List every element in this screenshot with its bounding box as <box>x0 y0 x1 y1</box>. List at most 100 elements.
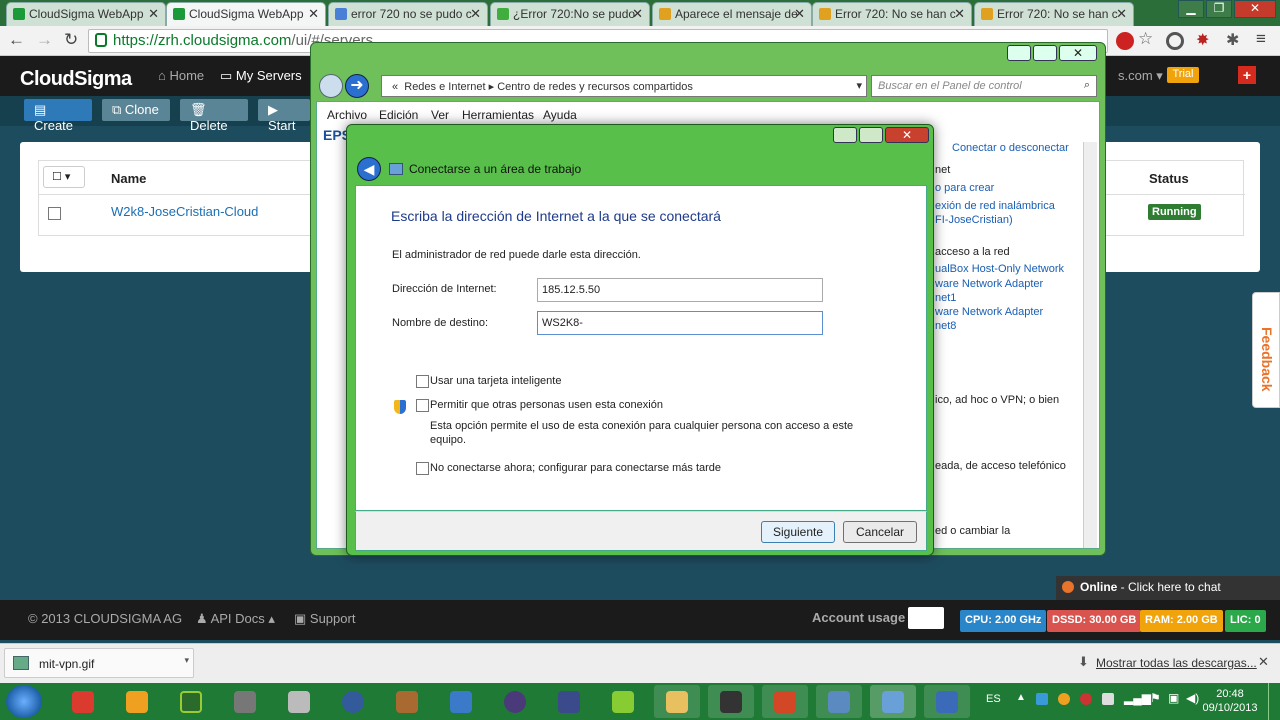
flag-icon[interactable]: ⚑ <box>1150 691 1161 705</box>
cp-link[interactable]: o para crear <box>935 182 994 194</box>
close-window-button[interactable]: ✕ <box>1234 0 1276 18</box>
swiss-flag-icon[interactable]: + <box>1238 66 1256 84</box>
chat-widget[interactable]: Online - Click here to chat <box>1056 576 1280 600</box>
taskbar-app[interactable] <box>222 685 268 718</box>
cp-close-button[interactable]: ✕ <box>1059 45 1097 61</box>
close-tab-icon[interactable]: ✕ <box>632 6 643 22</box>
server-name-link[interactable]: W2k8-JoseCristian-Cloud <box>111 204 258 219</box>
show-desktop-button[interactable] <box>1268 683 1280 720</box>
cp-link[interactable]: net8 <box>935 320 956 332</box>
taskbar-app[interactable] <box>114 685 160 718</box>
taskbar-app[interactable] <box>600 685 646 718</box>
taskbar-app[interactable] <box>708 685 754 718</box>
pro-extension-icon[interactable] <box>1116 32 1134 50</box>
minimize-window-button[interactable]: ▁ <box>1178 0 1204 18</box>
next-button[interactable]: Siguiente <box>761 521 835 543</box>
delete-button[interactable]: 🗑 Delete <box>180 99 248 133</box>
cp-forward-icon[interactable]: ➜ <box>345 74 369 98</box>
back-arrow-icon[interactable]: ← <box>8 30 25 50</box>
cp-search-input[interactable]: Buscar en el Panel de control ⌕ <box>871 75 1097 97</box>
taskbar-app[interactable] <box>276 685 322 718</box>
create-button[interactable]: ▤ Create <box>24 99 92 133</box>
forward-arrow-icon[interactable]: → <box>36 30 53 50</box>
network-tray-icon[interactable]: ▣ <box>1168 691 1179 705</box>
start-orb-icon[interactable] <box>6 685 42 718</box>
taskbar-app[interactable] <box>546 685 592 718</box>
browser-tab[interactable]: error 720 no se pudo c ✕ <box>328 2 488 26</box>
close-tab-icon[interactable]: ✕ <box>954 6 965 22</box>
taskbar-app[interactable] <box>762 685 808 718</box>
cloudsigma-logo[interactable]: CloudSigma <box>20 68 132 91</box>
menu-icon[interactable]: ≡ <box>1256 29 1266 49</box>
menu-edicion[interactable]: Edición <box>379 108 418 122</box>
browser-tab[interactable]: ¿Error 720:No se pudo ✕ <box>490 2 650 26</box>
address-input[interactable]: 185.12.5.50 <box>537 278 823 302</box>
tools-icon[interactable]: ✱ <box>1226 30 1239 50</box>
menu-archivo[interactable]: Archivo <box>327 108 367 122</box>
connect-later-checkbox[interactable] <box>416 462 429 475</box>
browser-tab[interactable]: Error 720: No se han c ✕ <box>812 2 972 26</box>
breadcrumb-item[interactable]: Centro de redes y recursos compartidos <box>497 81 693 93</box>
cp-link[interactable]: net1 <box>935 292 956 304</box>
taskbar-app[interactable] <box>924 685 970 718</box>
close-downloads-icon[interactable]: ✕ <box>1258 654 1269 670</box>
allow-others-checkbox[interactable] <box>416 399 429 412</box>
support-link[interactable]: ▣ Support <box>294 611 355 627</box>
breadcrumb-item[interactable]: Redes e Internet <box>404 81 485 93</box>
language-indicator[interactable]: ES <box>986 693 1001 705</box>
destination-input[interactable]: WS2K8- <box>537 311 823 335</box>
browser-tab-active[interactable]: CloudSigma WebApp ✕ <box>166 2 326 26</box>
browser-tab[interactable]: CloudSigma WebApp ✕ <box>6 2 166 26</box>
api-docs-menu[interactable]: ♟ API Docs ▴ <box>196 611 275 627</box>
star-icon[interactable]: ☆ <box>1138 29 1153 49</box>
taskbar-app[interactable] <box>492 685 538 718</box>
clone-button[interactable]: ⧉ Clone <box>102 99 170 121</box>
cp-scrollbar[interactable] <box>1083 142 1097 548</box>
taskbar-app[interactable] <box>438 685 484 718</box>
cp-link[interactable]: exión de red inalámbrica <box>935 200 1055 212</box>
connect-disconnect-link[interactable]: Conectar o desconectar <box>952 142 1069 154</box>
dlg-minimize-button[interactable] <box>833 127 857 143</box>
dlg-maximize-button[interactable] <box>859 127 883 143</box>
browser-tab[interactable]: Error 720: No se han c ✕ <box>974 2 1134 26</box>
close-tab-icon[interactable]: ✕ <box>148 6 159 22</box>
puzzle-icon[interactable]: ✸ <box>1196 30 1209 50</box>
taskbar-app[interactable] <box>384 685 430 718</box>
cp-link[interactable]: FI-JoseCristian) <box>935 214 1013 226</box>
status-column-header[interactable]: Status <box>1149 171 1189 186</box>
dlg-back-icon[interactable]: ◀ <box>357 157 381 181</box>
taskbar-app[interactable] <box>654 685 700 718</box>
cp-address-bar[interactable]: « Redes e Internet ▸ Centro de redes y r… <box>381 75 867 97</box>
close-tab-icon[interactable]: ✕ <box>794 6 805 22</box>
tray-app-icon[interactable] <box>1058 693 1070 705</box>
row-checkbox[interactable] <box>48 207 61 220</box>
name-column-header[interactable]: Name <box>111 171 146 186</box>
close-tab-icon[interactable]: ✕ <box>308 6 319 22</box>
download-item[interactable]: mit-vpn.gif ▾ <box>4 648 194 678</box>
smartcard-checkbox[interactable] <box>416 375 429 388</box>
cp-back-icon[interactable] <box>319 74 343 98</box>
show-all-downloads-link[interactable]: Mostrar todas las descargas... <box>1096 656 1257 670</box>
browser-tab[interactable]: Aparece el mensaje de ✕ <box>652 2 812 26</box>
close-tab-icon[interactable]: ✕ <box>470 6 481 22</box>
menu-ver[interactable]: Ver <box>431 108 449 122</box>
cp-minimize-button[interactable] <box>1007 45 1031 61</box>
account-menu[interactable]: s.com ▾ <box>1118 68 1163 84</box>
signal-icon[interactable]: ▂▄▆ <box>1124 691 1151 705</box>
feedback-tab[interactable]: Feedback <box>1252 292 1280 408</box>
reload-icon[interactable]: ↻ <box>64 30 78 50</box>
cp-link[interactable]: ware Network Adapter <box>935 306 1043 318</box>
menu-ayuda[interactable]: Ayuda <box>543 108 577 122</box>
select-all-dropdown[interactable]: ☐ ▾ <box>43 166 85 188</box>
cp-link[interactable]: ualBox Host-Only Network <box>935 263 1064 275</box>
taskbar-app[interactable] <box>870 685 916 718</box>
chevron-down-icon[interactable]: ▾ <box>856 79 862 92</box>
close-tab-icon[interactable]: ✕ <box>1116 6 1127 22</box>
cp-maximize-button[interactable] <box>1033 45 1057 61</box>
device-icon[interactable] <box>1102 693 1114 705</box>
cp-link[interactable]: ware Network Adapter <box>935 278 1043 290</box>
taskbar-app[interactable] <box>330 685 376 718</box>
restore-window-button[interactable]: ❐ <box>1206 0 1232 18</box>
dropbox-icon[interactable] <box>1036 693 1048 705</box>
antivirus-icon[interactable] <box>1080 693 1092 705</box>
